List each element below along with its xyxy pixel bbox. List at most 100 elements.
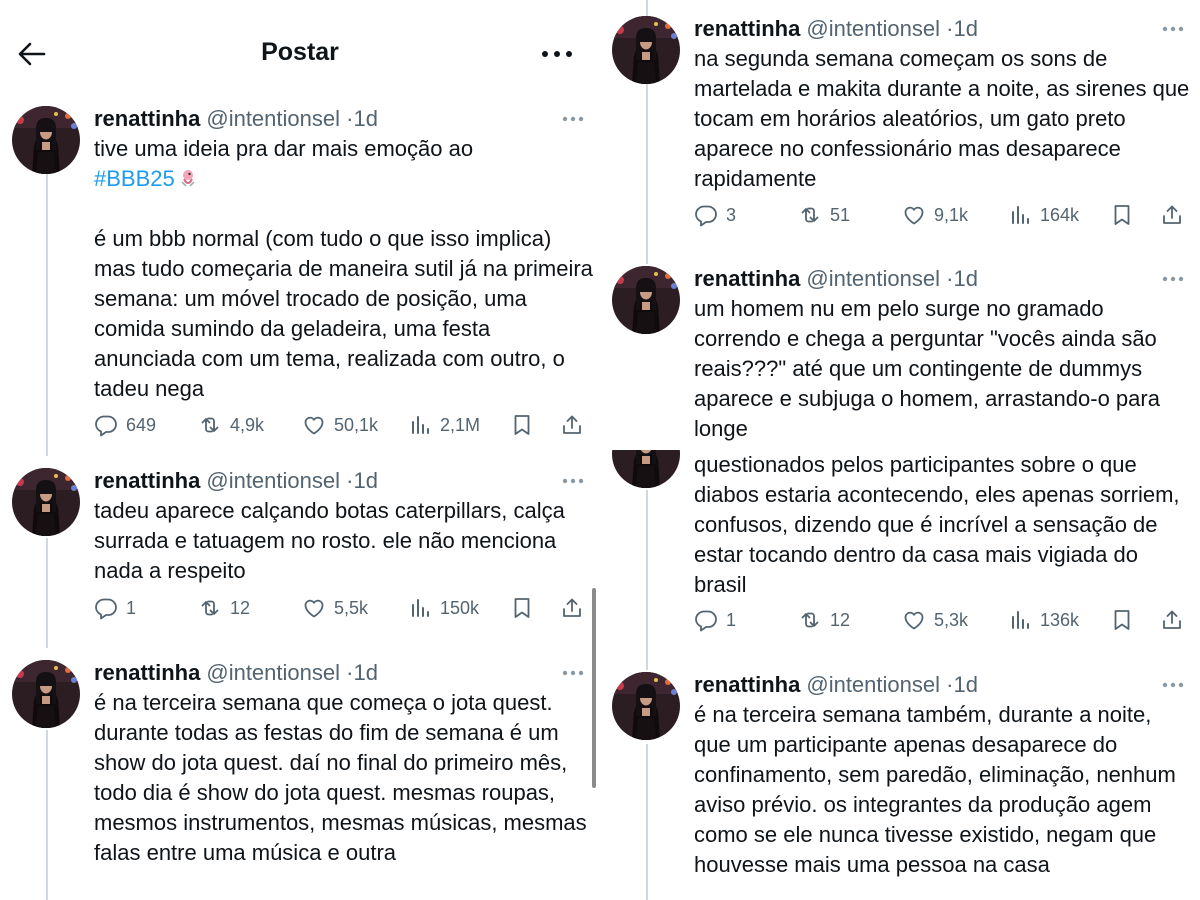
reply-button[interactable]: 1 [94, 593, 136, 623]
author-handle[interactable]: @intentionsel [806, 266, 940, 291]
avatar[interactable] [12, 468, 80, 536]
tweet-actions: 1 12 5,5k 150k [94, 593, 594, 623]
views-count: 164k [1040, 204, 1080, 225]
tweet-time[interactable]: 1d [953, 266, 977, 291]
tweet-time[interactable]: 1d [953, 672, 977, 697]
bookmark-icon [1110, 608, 1134, 632]
reply-button[interactable]: 1 [694, 605, 736, 635]
views-icon [408, 596, 432, 620]
bookmark-button[interactable] [1110, 200, 1134, 230]
tweet-actions: 3 51 9,1k 164k [694, 200, 1194, 230]
share-button[interactable] [560, 410, 584, 440]
bookmark-button[interactable] [510, 410, 534, 440]
avatar[interactable] [612, 672, 680, 740]
page-title: Postar [261, 38, 339, 66]
author-name[interactable]: renattinha [694, 672, 800, 697]
repost-count: 51 [830, 204, 851, 225]
tweet[interactable]: renattinha @intentionsel ·1d tadeu aparec… [0, 468, 600, 638]
author-handle[interactable]: @intentionsel [806, 672, 940, 697]
views-button[interactable]: 2,1M [408, 410, 480, 440]
repost-icon [798, 203, 822, 227]
more-icon[interactable] [560, 472, 586, 490]
heart-icon [902, 608, 926, 632]
like-count: 5,3k [934, 609, 969, 630]
more-icon[interactable] [1160, 20, 1186, 38]
share-icon [1160, 608, 1184, 632]
bookmark-button[interactable] [510, 593, 534, 623]
tweet[interactable]: renattinha @intentionsel ·1d é na terceir… [600, 672, 1200, 900]
tweet[interactable]: renattinha @intentionsel ·1d um homem nu … [600, 266, 1200, 446]
repost-count: 4,9k [230, 414, 265, 435]
repost-button[interactable]: 4,9k [198, 410, 264, 440]
repost-button[interactable]: 12 [198, 593, 250, 623]
tweet-actions: 1 12 5,3k 136k [694, 605, 1194, 635]
avatar[interactable] [12, 660, 80, 728]
tweet-time[interactable]: 1d [953, 16, 977, 41]
avatar[interactable] [612, 16, 680, 84]
hashtag-link[interactable]: #BBB25 [94, 166, 175, 191]
avatar[interactable] [612, 266, 680, 334]
like-button[interactable]: 5,5k [302, 593, 368, 623]
views-icon [1008, 608, 1032, 632]
author-handle[interactable]: @intentionsel [206, 468, 340, 493]
views-button[interactable]: 164k [1008, 200, 1079, 230]
author-name[interactable]: renattinha [694, 16, 800, 41]
author-handle[interactable]: @intentionsel [206, 106, 340, 131]
repost-icon [798, 608, 822, 632]
like-count: 50,1k [334, 414, 379, 435]
author-name[interactable]: renattinha [94, 660, 200, 685]
tweet-text: tive uma ideia pra dar mais emoção ao #B… [94, 134, 594, 404]
scrollbar[interactable] [592, 588, 596, 788]
heart-icon [902, 203, 926, 227]
share-icon [560, 413, 584, 437]
more-icon[interactable] [1160, 676, 1186, 694]
repost-button[interactable]: 12 [798, 605, 850, 635]
bookmark-button[interactable] [1110, 605, 1134, 635]
author-handle[interactable]: @intentionsel [806, 16, 940, 41]
share-icon [560, 596, 584, 620]
views-count: 2,1M [440, 414, 481, 435]
share-icon [1160, 203, 1184, 227]
views-button[interactable]: 150k [408, 593, 479, 623]
like-button[interactable]: 50,1k [302, 410, 378, 440]
views-button[interactable]: 136k [1008, 605, 1079, 635]
tweet-time[interactable]: 1d [353, 106, 377, 131]
more-icon[interactable] [1160, 270, 1186, 288]
flamingo-emoji-icon [181, 170, 195, 187]
reply-button[interactable]: 649 [94, 410, 156, 440]
share-button[interactable] [1160, 605, 1184, 635]
bookmark-icon [510, 413, 534, 437]
thread-column-right: renattinha @intentionsel ·1d na segunda s… [600, 0, 1200, 900]
reply-icon [94, 413, 118, 437]
tweet-text: é na terceira semana também, durante a n… [694, 702, 1182, 877]
tweet-time[interactable]: 1d [353, 468, 377, 493]
bookmark-icon [1110, 203, 1134, 227]
tweet[interactable]: renattinha @intentionsel ·1d na segunda s… [600, 16, 1200, 236]
author-handle[interactable]: @intentionsel [206, 660, 340, 685]
more-icon[interactable] [560, 664, 586, 682]
author-name[interactable]: renattinha [94, 468, 200, 493]
author-name[interactable]: renattinha [694, 266, 800, 291]
repost-count: 12 [230, 597, 251, 618]
avatar[interactable] [12, 106, 80, 174]
avatar[interactable] [612, 450, 680, 488]
post-header: Postar [0, 0, 600, 108]
more-horizontal-icon[interactable] [540, 40, 574, 68]
like-button[interactable]: 9,1k [902, 200, 968, 230]
tweet[interactable]: renattinha @intentionsel ·1d é na terceir… [0, 660, 600, 900]
tweet[interactable]: renattinha @intentionsel ·1d tive uma ide… [0, 106, 600, 446]
reply-icon [694, 608, 718, 632]
author-name[interactable]: renattinha [94, 106, 200, 131]
tweet-text-part: é um bbb normal (com tudo o que isso imp… [94, 226, 593, 401]
tweet-text: questionados pelos participantes sobre o… [694, 452, 1186, 597]
views-count: 150k [440, 597, 480, 618]
like-button[interactable]: 5,3k [902, 605, 968, 635]
share-button[interactable] [1160, 200, 1184, 230]
share-button[interactable] [560, 593, 584, 623]
more-icon[interactable] [560, 110, 586, 128]
reply-count: 649 [126, 414, 157, 435]
tweet-time[interactable]: 1d [353, 660, 377, 685]
repost-button[interactable]: 51 [798, 200, 850, 230]
reply-button[interactable]: 3 [694, 200, 736, 230]
tweet[interactable]: questionados pelos participantes sobre o… [600, 450, 1200, 646]
